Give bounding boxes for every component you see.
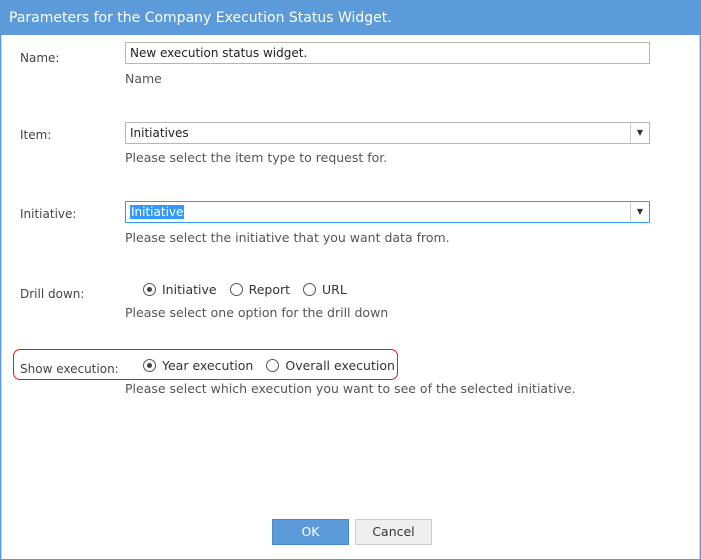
name-input-value: New execution status widget. [130, 46, 308, 60]
overall-execution-label[interactable]: Overall execution [285, 358, 395, 373]
year-execution-radio[interactable] [143, 358, 156, 372]
drill-down-label: Drill down: [20, 287, 85, 301]
show-execution-radio-group: Year execution Overall execution [143, 356, 408, 374]
initiative-label: Initiative: [20, 207, 77, 221]
dialog-content: Name: New execution status widget. Name … [1, 35, 700, 559]
item-hint: Please select the item type to request f… [125, 150, 388, 165]
year-execution-label[interactable]: Year execution [162, 358, 253, 373]
drill-down-url-label[interactable]: URL [322, 282, 347, 297]
initiative-select[interactable]: Initiative ▼ [125, 201, 650, 223]
initiative-select-value: Initiative [130, 205, 185, 219]
initiative-hint: Please select the initiative that you wa… [125, 230, 450, 245]
ok-button[interactable]: OK [272, 519, 349, 545]
name-label: Name: [20, 51, 60, 65]
initiative-dropdown-arrow-icon[interactable]: ▼ [630, 202, 649, 222]
item-select-value: Initiatives [130, 126, 189, 140]
item-label: Item: [20, 128, 52, 142]
parameters-dialog: Parameters for the Company Execution Sta… [0, 0, 701, 560]
overall-execution-radio[interactable] [266, 358, 280, 372]
cancel-button[interactable]: Cancel [355, 519, 432, 545]
dialog-title: Parameters for the Company Execution Sta… [1, 1, 700, 35]
item-dropdown-arrow-icon[interactable]: ▼ [630, 123, 649, 143]
drill-down-radio-group: Initiative Report URL [143, 280, 360, 298]
show-execution-label: Show execution: [20, 362, 119, 376]
drill-down-report-radio[interactable] [229, 282, 243, 296]
drill-down-initiative-radio[interactable] [143, 282, 156, 296]
drill-down-url-radio[interactable] [303, 282, 317, 296]
drill-down-report-label[interactable]: Report [249, 282, 290, 297]
show-execution-hint: Please select which execution you want t… [125, 381, 576, 396]
item-select[interactable]: Initiatives ▼ [125, 122, 650, 144]
drill-down-initiative-label[interactable]: Initiative [162, 282, 217, 297]
name-input[interactable]: New execution status widget. [125, 42, 650, 64]
name-hint: Name [125, 71, 162, 86]
drill-down-hint: Please select one option for the drill d… [125, 305, 389, 320]
